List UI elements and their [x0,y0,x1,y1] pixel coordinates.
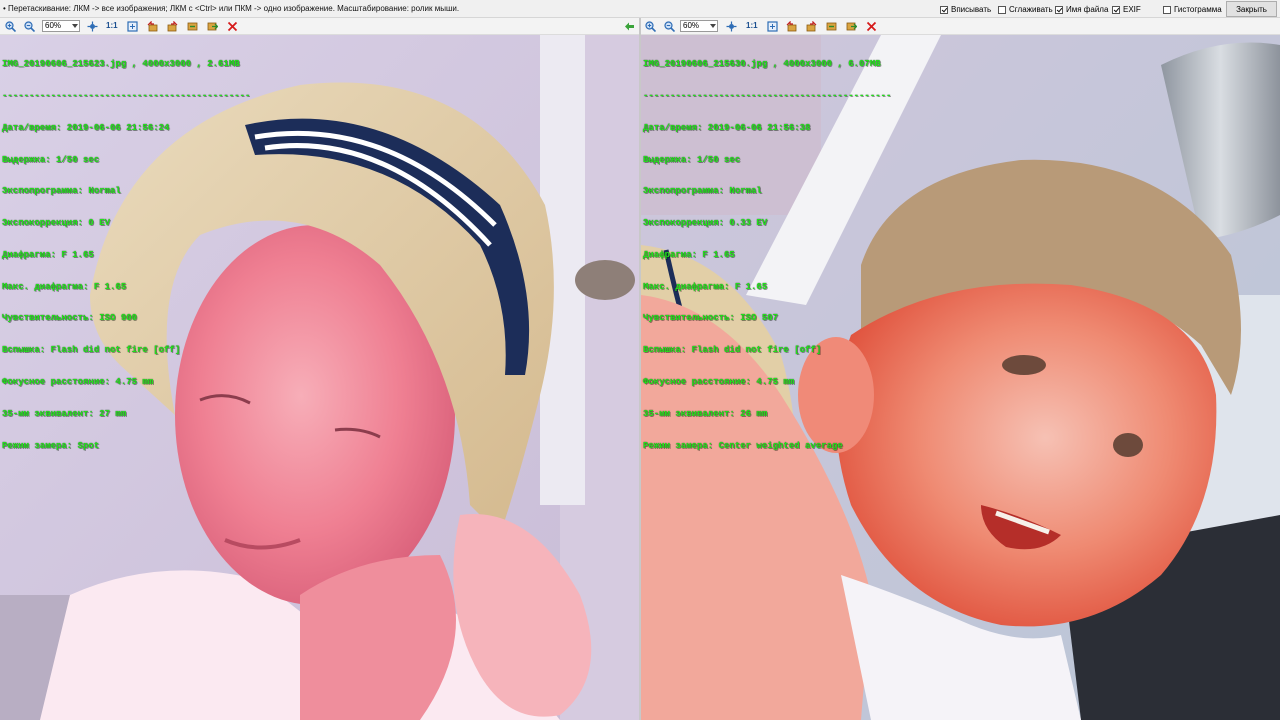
filename-checkbox[interactable] [1055,5,1063,14]
smooth-label: Сглаживать [1009,5,1053,14]
exif-aperture: Диафрагма: F 1.65 [2,249,94,260]
zoom-out-icon[interactable] [664,21,675,32]
exif-max-aperture: Макс. диафрагма: F 1.65 [643,281,768,292]
delete-icon[interactable] [227,21,238,32]
exif-program: Экспопрограмма: Normal [643,186,762,197]
exif-exposure-bias: Экспокоррекция: 0.33 EV [643,218,768,229]
exif-filename: IMG_20190606_215630.jpg , 4000x3000 , 6.… [643,59,881,70]
exif-metering: Режим замера: Center weighted average [643,440,843,451]
actual-size-button[interactable]: 1:1 [746,21,758,30]
flip-icon[interactable] [826,21,837,32]
histogram-option[interactable]: Гистограмма [1163,4,1222,15]
right-image-pane[interactable]: 60% 1:1 IMG_20190606_215630.jpg , 4000x3… [641,18,1280,720]
exif-exposure: Выдержка: 1/50 sec [643,154,741,165]
fit-window-icon[interactable] [726,21,737,32]
left-exif-overlay: IMG_20190606_215623.jpg , 4000x3000 , 2.… [2,38,250,472]
fit-label: Вписывать [951,5,992,14]
flip-icon[interactable] [187,21,198,32]
actual-size-button[interactable]: 1:1 [106,21,118,30]
exif-iso: Чувствительность: ISO 507 [643,313,779,324]
exif-aperture: Диафрагма: F 1.65 [643,249,735,260]
exif-exposure-bias: Экспокоррекция: 0 EV [2,218,111,229]
close-button[interactable]: Закрыть [1226,1,1277,17]
fit-checkbox[interactable] [940,5,948,14]
exif-max-aperture: Макс. диафрагма: F 1.65 [2,281,127,292]
right-toolbar: 60% 1:1 [641,18,1280,35]
chevron-down-icon [72,24,78,28]
rotate-right-icon[interactable] [167,21,178,32]
exif-filename: IMG_20190606_215623.jpg , 4000x3000 , 2.… [2,59,240,70]
chevron-down-icon [710,24,716,28]
smooth-option[interactable]: Сглаживать [998,4,1053,15]
left-image-pane[interactable]: 60% 1:1 IMG_20190606_215623.jpg , 4000x3… [0,18,639,720]
fit-window-icon[interactable] [87,21,98,32]
exif-label: EXIF [1123,5,1141,14]
exif-metering: Режим замера: Spot [2,440,100,451]
zoom-out-icon[interactable] [24,21,35,32]
zoom-value: 60% [683,21,700,30]
exif-separator: ----------------------------------------… [643,90,892,101]
fit-screen-icon[interactable] [127,21,138,32]
fit-option[interactable]: Вписывать [940,4,991,15]
exif-focal-length: Фокусное расстояние: 4.75 mm [2,377,154,387]
histogram-label: Гистограмма [1174,5,1222,14]
exif-checkbox[interactable] [1112,5,1120,14]
delete-icon[interactable] [866,21,877,32]
exif-option[interactable]: EXIF [1112,4,1141,15]
zoom-select[interactable]: 60% [42,20,80,32]
rotate-left-icon[interactable] [147,21,158,32]
rotate-left-icon[interactable] [786,21,797,32]
save-icon[interactable] [846,21,857,32]
exif-focal-35mm: 35-мм эквивалент: 26 mm [643,408,768,419]
exif-flash: Вспышка: Flash did not fire [off] [2,345,181,356]
filename-label: Имя файла [1066,5,1109,14]
exif-datetime: Дата/время: 2019-06-06 21:56:38 [643,122,811,133]
right-exif-overlay: IMG_20190606_215630.jpg , 4000x3000 , 6.… [643,38,891,472]
zoom-select[interactable]: 60% [680,20,718,32]
rotate-right-icon[interactable] [806,21,817,32]
exif-program: Экспопрограмма: Normal [2,186,121,197]
zoom-value: 60% [45,21,62,30]
top-bar: • Перетаскивание: ЛКМ -> все изображения… [0,0,1280,18]
usage-hint: • Перетаскивание: ЛКМ -> все изображения… [3,4,460,13]
save-icon[interactable] [207,21,218,32]
filename-option[interactable]: Имя файла [1055,4,1108,15]
exif-flash: Вспышка: Flash did not fire [off] [643,345,822,356]
exif-exposure: Выдержка: 1/50 sec [2,154,100,165]
arrow-left-icon[interactable] [624,21,635,32]
exif-focal-length: Фокусное расстояние: 4.75 mm [643,377,795,387]
exif-datetime: Дата/время: 2019-06-06 21:56:24 [2,122,170,133]
exif-separator: ----------------------------------------… [2,90,251,101]
fit-screen-icon[interactable] [767,21,778,32]
zoom-in-icon[interactable] [5,21,16,32]
left-toolbar: 60% 1:1 [0,18,639,35]
zoom-in-icon[interactable] [645,21,656,32]
smooth-checkbox[interactable] [998,5,1006,14]
histogram-checkbox[interactable] [1163,5,1171,14]
exif-focal-35mm: 35-мм эквивалент: 27 mm [2,408,127,419]
exif-iso: Чувствительность: ISO 900 [2,313,138,324]
